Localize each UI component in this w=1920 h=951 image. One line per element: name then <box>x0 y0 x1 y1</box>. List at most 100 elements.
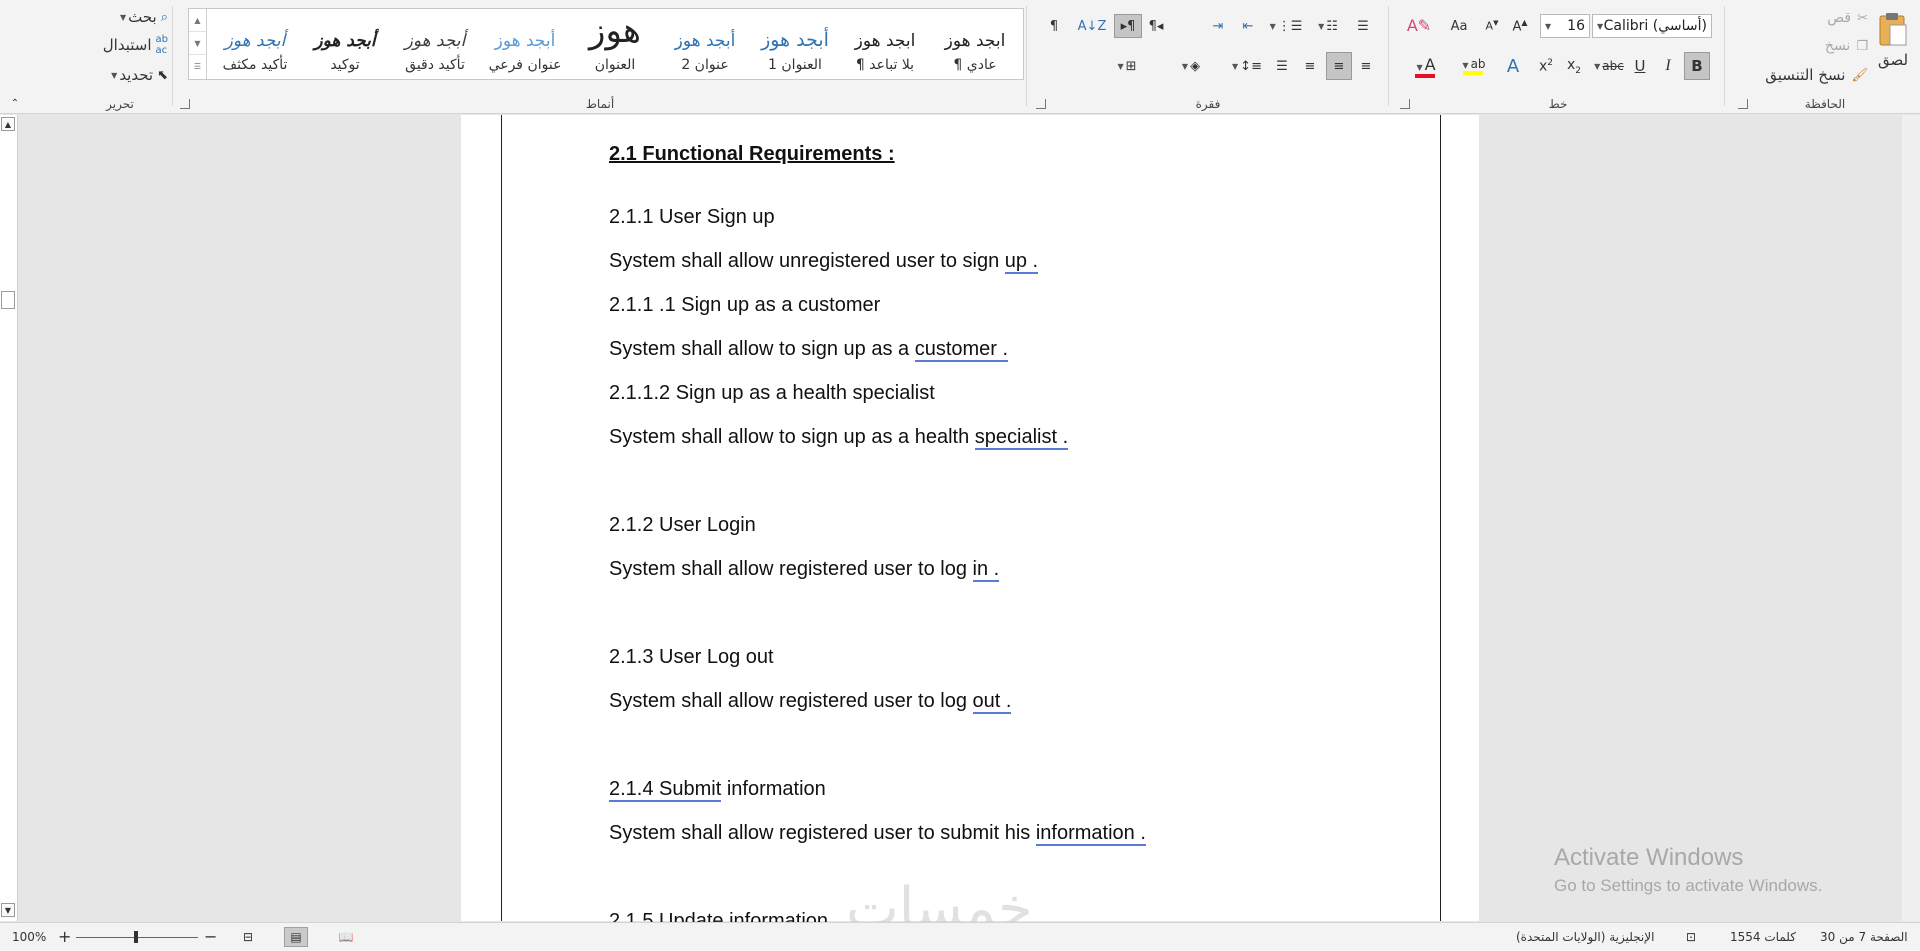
vertical-scrollbar[interactable] <box>1902 115 1920 921</box>
ruler-marker[interactable] <box>1 291 15 309</box>
doc-line[interactable]: System shall allow to sign up as a custo… <box>609 338 1009 362</box>
strikethrough-button[interactable]: ▼ abc <box>1590 52 1626 80</box>
bold-button[interactable]: B <box>1684 52 1710 80</box>
cut-button[interactable]: قص ✂ <box>1788 8 1868 28</box>
grammar-flag[interactable]: in . <box>972 558 1000 582</box>
chevron-down-icon: ▼ <box>1545 21 1552 31</box>
copy-button[interactable]: نسخ ❐ <box>1788 36 1868 56</box>
shading-button[interactable]: ▼ ◈ <box>1170 52 1210 80</box>
web-layout-button[interactable]: ⊟ <box>236 927 260 947</box>
shrink-font-button[interactable]: A▼ <box>1480 14 1504 38</box>
italic-button[interactable]: I <box>1656 52 1680 80</box>
style-heading-2[interactable]: أبجد هوز عنوان 2 <box>661 11 749 77</box>
numbering-button[interactable]: ▼ ☷ <box>1308 14 1346 38</box>
text-effects-button[interactable]: A <box>1498 52 1528 80</box>
doc-line[interactable]: System shall allow to sign up as a healt… <box>609 426 1069 450</box>
borders-button[interactable]: ▼ ⊞ <box>1102 52 1150 80</box>
grammar-flag[interactable]: out . <box>972 690 1012 714</box>
doc-line[interactable]: 2.1.1.2 Sign up as a health specialist <box>609 382 935 405</box>
grow-font-button[interactable]: A▲ <box>1508 14 1532 38</box>
style-preview: أبجد هوز <box>674 31 736 51</box>
style-intense-emphasis[interactable]: أبجد هوز تأكيد مكثف <box>211 11 299 77</box>
zoom-slider-thumb[interactable] <box>134 931 138 943</box>
align-left-button[interactable]: ≡ <box>1298 52 1322 80</box>
doc-line[interactable]: System shall allow registered user to lo… <box>609 690 1012 714</box>
replace-label: استبدال <box>102 36 152 54</box>
language-indicator[interactable]: الإنجليزية (الولايات المتحدة) <box>1516 930 1654 944</box>
format-painter-button[interactable]: نسخ التنسيق 🖌 <box>1734 64 1868 86</box>
line-text: System shall allow to sign up as a healt… <box>609 426 975 448</box>
ltr-button[interactable]: ▸¶ <box>1114 14 1142 38</box>
scissors-icon: ✂ <box>1857 10 1868 26</box>
paragraph-launcher-icon[interactable]: launch <box>1036 99 1046 109</box>
gallery-down-icon[interactable]: ▼ <box>189 32 206 55</box>
subscript-button[interactable]: x2 <box>1562 52 1586 80</box>
bullets-button[interactable]: ☰ <box>1350 14 1376 38</box>
superscript-button[interactable]: x2 <box>1534 52 1558 80</box>
font-color-button[interactable]: ▼ A <box>1402 52 1448 80</box>
sort-button[interactable]: A↓Z <box>1078 14 1107 38</box>
grammar-flag[interactable]: customer . <box>914 338 1009 362</box>
line-spacing-button[interactable]: ▼ ↕≡ <box>1226 52 1266 80</box>
justify-button[interactable]: ☰ <box>1270 52 1294 80</box>
grammar-flag[interactable]: information . <box>1035 822 1146 846</box>
highlighter-icon: ▼ ab <box>1462 57 1486 71</box>
grammar-flag[interactable]: 2.1.4 Submit <box>609 778 722 802</box>
decrease-indent-button[interactable]: ⇤ <box>1234 14 1262 38</box>
zoom-level[interactable]: 100% <box>12 930 46 944</box>
rtl-button[interactable]: ¶◂ <box>1142 14 1170 38</box>
highlight-button[interactable]: ▼ ab <box>1450 52 1496 80</box>
proofing-icon[interactable]: ⊡ <box>1686 930 1696 944</box>
doc-line[interactable]: System shall allow registered user to su… <box>609 822 1146 846</box>
doc-line[interactable]: 2.1.1 .1 Sign up as a customer <box>609 294 880 317</box>
underline-button[interactable]: U <box>1628 52 1652 80</box>
increase-indent-button[interactable]: ⇥ <box>1204 14 1232 38</box>
activate-subtitle: Go to Settings to activate Windows. <box>1554 876 1823 895</box>
font-launcher-icon[interactable]: launch <box>1400 99 1410 109</box>
word-count[interactable]: 1554 كلمات <box>1730 930 1796 944</box>
gallery-more-icon[interactable]: ☰ <box>189 55 206 78</box>
style-no-spacing[interactable]: ابجد هوز ¶ بلا تباعد <box>841 11 929 77</box>
doc-line[interactable]: System shall allow registered user to lo… <box>609 558 1000 582</box>
align-center-button[interactable]: ≡ <box>1326 52 1352 80</box>
doc-line[interactable]: 2.1.1 User Sign up <box>609 206 775 229</box>
doc-line[interactable]: System shall allow unregistered user to … <box>609 250 1039 274</box>
style-subtle-emphasis[interactable]: أبجد هوز تأكيد دقيق <box>391 11 479 77</box>
line-spacing-icon: ↕≡ <box>1240 58 1262 74</box>
doc-line[interactable]: 2.1.2 User Login <box>609 514 756 537</box>
style-heading-1[interactable]: أبجد هوز العنوان 1 <box>751 11 839 77</box>
section-heading[interactable]: 2.1 Functional Requirements : <box>609 143 895 166</box>
style-emphasis[interactable]: أبجد هوز توكيد <box>301 11 389 77</box>
document-page[interactable]: 2.1 Functional Requirements : 2.1.1 User… <box>461 115 1479 932</box>
styles-launcher-icon[interactable]: launch <box>180 99 190 109</box>
collapse-ribbon-button[interactable]: ⌃ <box>8 96 22 110</box>
font-size-combo[interactable]: 16 ▼ <box>1540 14 1590 38</box>
scroll-up-icon[interactable]: ▲ <box>1 117 15 131</box>
style-normal[interactable]: ابجد هوز ¶ عادي <box>931 11 1019 77</box>
find-label: بحث <box>128 8 157 26</box>
select-button[interactable]: ▼ تحديد ⬉ <box>84 64 168 86</box>
doc-line[interactable]: 2.1.4 Submit information <box>609 778 826 802</box>
clipboard-launcher-icon[interactable]: launch <box>1738 99 1748 109</box>
align-right-button[interactable]: ≡ <box>1354 52 1378 80</box>
multilevel-list-button[interactable]: ▼ ⋮☰ <box>1266 14 1304 38</box>
scroll-down-icon[interactable]: ▼ <box>1 903 15 917</box>
gallery-up-icon[interactable]: ▲ <box>189 9 206 32</box>
print-layout-button[interactable]: ▤ <box>284 927 308 947</box>
paste-button[interactable]: لصق <box>1870 6 1916 74</box>
font-name-combo[interactable]: Calibri (أساسي) ▼ <box>1592 14 1712 38</box>
replace-button[interactable]: استبدال ab ac <box>74 34 168 56</box>
find-button[interactable]: ▼ بحث ⌕ <box>84 6 168 28</box>
page-indicator[interactable]: الصفحة 7 من 30 <box>1820 930 1908 944</box>
read-mode-button[interactable]: 📖 <box>334 927 358 947</box>
grammar-flag[interactable]: up . <box>1004 250 1039 274</box>
zoom-out-button[interactable]: − <box>204 927 217 946</box>
style-subtitle[interactable]: أبجد هوز عنوان فرعي <box>481 11 569 77</box>
style-title[interactable]: هوز العنوان <box>571 11 659 77</box>
show-marks-button[interactable]: ¶ <box>1040 14 1068 38</box>
doc-line[interactable]: 2.1.3 User Log out <box>609 646 774 669</box>
grammar-flag[interactable]: specialist . <box>974 426 1069 450</box>
change-case-button[interactable]: Aa <box>1444 14 1474 38</box>
clear-formatting-button[interactable]: A✎ <box>1404 12 1434 38</box>
zoom-in-button[interactable]: + <box>58 927 71 946</box>
